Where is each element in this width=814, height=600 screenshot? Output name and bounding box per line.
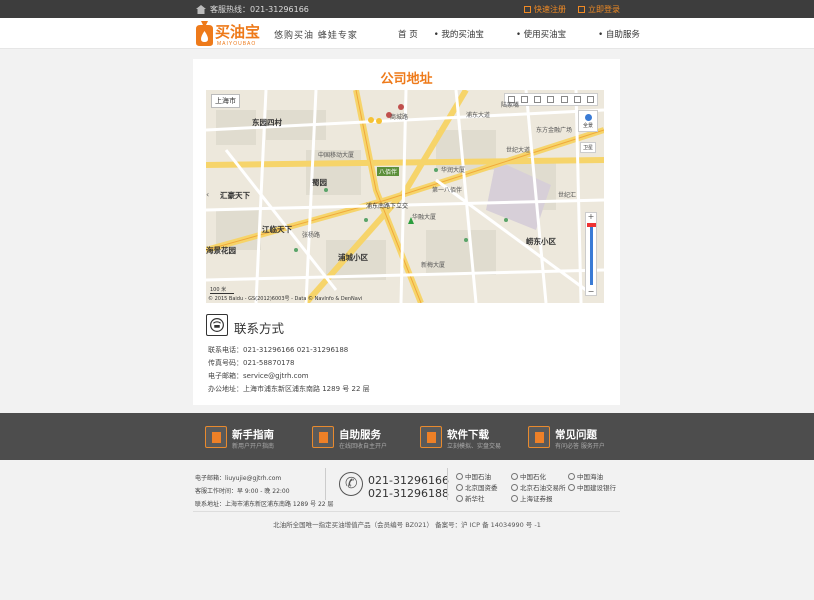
map-label: 江临天下	[262, 225, 292, 234]
xinhua-icon	[456, 494, 463, 502]
zoom-out-button[interactable]: −	[586, 287, 596, 296]
traffic-tool-icon[interactable]	[521, 96, 529, 103]
site-header: 买油宝 MAIYOUBAO 悠购买油 蜂娃专家 首 页 • 我的买油宝 • 使用…	[0, 18, 814, 49]
main-card: 公司地址 上海市 全景 卫星 + − ‹ 东园四村 汇豪天下 江临天下 蜀园 浦…	[193, 59, 620, 405]
question-icon	[528, 426, 550, 448]
map-label: 崂东小区	[526, 237, 556, 246]
self-service-icon	[312, 426, 334, 448]
map-label: 汇豪天下	[220, 191, 250, 200]
partner-link[interactable]: 新华社	[456, 493, 485, 503]
map-label: 新梅大厦	[421, 262, 446, 269]
exchange-icon	[511, 483, 518, 491]
draw-tool-icon[interactable]	[547, 96, 555, 103]
zoom-in-button[interactable]: +	[586, 212, 596, 221]
map-label: 商城路	[390, 114, 409, 121]
map-label: 世纪汇	[558, 192, 577, 199]
footer-address: 联系地址：上海市浦东新区浦东南路 1289 号 22 层	[195, 501, 334, 508]
petrochina-icon	[456, 472, 463, 480]
map-label: 世纪大道	[506, 147, 531, 154]
compass-icon	[584, 114, 592, 121]
logo-subtext: MAIYOUBAO	[217, 41, 256, 47]
nav-my-account[interactable]: • 我的买油宝	[434, 28, 500, 40]
edit-icon	[524, 6, 531, 13]
contact-email: 电子邮箱：service@gjtrh.com	[208, 372, 309, 380]
nav-usage[interactable]: • 使用买油宝	[516, 28, 582, 40]
divider	[447, 468, 448, 500]
securities-news-icon	[511, 494, 518, 502]
map-tag: 八佰伴	[377, 167, 400, 176]
ccb-icon	[568, 483, 575, 491]
map-label: 海景花园	[206, 246, 236, 255]
print-tool-icon[interactable]	[573, 96, 581, 103]
partner-link[interactable]: 上海证券报	[511, 493, 553, 503]
partner-link[interactable]: 北京国资委	[456, 482, 498, 492]
lock-icon	[578, 6, 585, 13]
slogan: 悠购买油 蜂娃专家	[274, 31, 358, 41]
home-icon[interactable]	[196, 5, 206, 14]
download-icon	[420, 426, 442, 448]
map-city-selector[interactable]: 上海市	[211, 94, 240, 108]
map-label: 中国移动大厦	[318, 152, 355, 159]
baidu-map[interactable]: 上海市 全景 卫星 + − ‹ 东园四村 汇豪天下 江临天下 蜀园 浦城小区 崂…	[206, 90, 604, 303]
nav-home[interactable]: 首 页	[398, 28, 418, 40]
footer-hours: 客服工作时间：早 9:00 - 晚 22:00	[195, 488, 290, 495]
quick-register-link[interactable]: 快速注册	[524, 4, 566, 15]
partner-link[interactable]: 北京石油交易所	[511, 482, 566, 492]
telephone-icon	[339, 472, 363, 496]
icp-record: 北油所全国唯一指定买油增值产品（会员编号 BZ021） 备案号：沪 ICP 备 …	[273, 521, 541, 529]
contact-phone: 联系电话：021-31296166 021-31296188	[208, 346, 349, 354]
account-links: 快速注册 立即登录	[524, 4, 620, 15]
panorama-control[interactable]: 全景	[578, 110, 598, 132]
marker-tool-icon[interactable]	[560, 96, 568, 103]
sinopec-icon	[511, 472, 518, 480]
sasac-icon	[456, 483, 463, 491]
zoom-track	[590, 223, 593, 285]
contact-fax: 传真号码：021-58870178	[208, 359, 295, 367]
map-copyright: © 2015 Baidu - GS(2012)6003号 - Data © Na…	[208, 296, 363, 302]
satellite-toggle[interactable]: 卫星	[579, 142, 596, 153]
map-label: 浦东南路下立交	[366, 203, 409, 210]
map-label: 华融大厦	[412, 214, 437, 221]
guide-icon	[205, 426, 227, 448]
zoom-slider[interactable]: + −	[585, 212, 597, 296]
map-label: 东方金融广场	[536, 127, 573, 134]
map-label: 浦城小区	[338, 253, 368, 262]
top-bar: 客服热线：021-31296166 快速注册 立即登录	[0, 0, 814, 18]
services-bar: 新手指南 新用户开户指南 自助服务 在线回收自主开户 软件下载 立刻模拟、实盘交…	[0, 413, 814, 460]
logo[interactable]: 买油宝 MAIYOUBAO	[193, 20, 269, 47]
map-label: 张杨路	[302, 232, 321, 239]
map-label: 浦东大道	[466, 112, 491, 119]
footer-divider	[193, 511, 620, 512]
map-label: 陆家嘴	[501, 102, 520, 109]
cnooc-icon	[568, 472, 575, 480]
map-label: 东园四村	[252, 118, 282, 127]
map-collapse-arrow[interactable]: ‹	[206, 190, 209, 199]
zoom-handle[interactable]	[587, 223, 596, 227]
fullscreen-tool-icon[interactable]	[586, 96, 594, 103]
map-label: 第一八佰伴	[432, 187, 463, 194]
map-label: 华润大厦	[441, 167, 466, 174]
partner-link[interactable]: 中国石化	[511, 471, 546, 481]
partner-link[interactable]: 中国海油	[568, 471, 603, 481]
map-label: 蜀园	[312, 178, 327, 187]
phone-icon	[206, 314, 228, 336]
hotline: 客服热线：021-31296166	[196, 4, 309, 15]
contact-address: 办公地址：上海市浦东新区浦东南路 1289 号 22 层	[208, 385, 370, 393]
main-nav: 首 页 • 我的买油宝 • 使用买油宝 • 自助服务	[398, 28, 672, 40]
footer-email: 电子邮箱：liuyujie@gjtrh.com	[195, 475, 282, 482]
footer-phone-1: 021-31296166	[368, 474, 449, 487]
hotline-text: 客服热线：021-31296166	[210, 5, 309, 14]
measure-tool-icon[interactable]	[534, 96, 542, 103]
contact-title: 联系方式	[234, 321, 285, 336]
footer-contact: 电子邮箱：liuyujie@gjtrh.com 客服工作时间：早 9:00 - …	[195, 473, 334, 508]
login-link[interactable]: 立即登录	[578, 4, 620, 15]
divider	[325, 468, 326, 500]
partner-link[interactable]: 中国石油	[456, 471, 491, 481]
partner-link[interactable]: 中国建设银行	[568, 482, 616, 492]
nav-self-service[interactable]: • 自助服务	[598, 28, 656, 40]
page-title: 公司地址	[380, 72, 433, 87]
logo-text: 买油宝	[215, 23, 260, 41]
map-scale: 100 米	[210, 286, 234, 294]
footer-phone-2: 021-31296188	[368, 487, 449, 500]
